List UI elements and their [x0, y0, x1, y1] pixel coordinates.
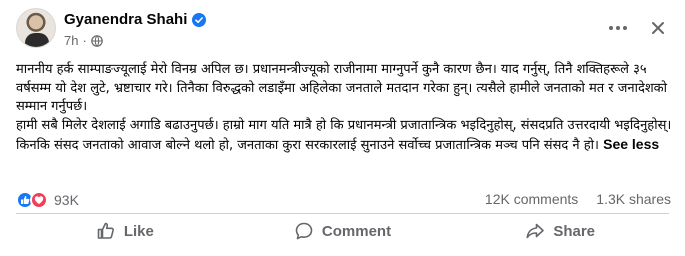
- divider: [16, 213, 669, 214]
- close-button[interactable]: [640, 10, 676, 46]
- post-text: माननीय हर्क साम्पाङज्यूलाई मेरो विनम्र अ…: [16, 61, 676, 156]
- author-avatar[interactable]: [16, 8, 56, 48]
- more-options-button[interactable]: [600, 10, 636, 46]
- author-name-row: Gyanendra Shahi: [64, 11, 207, 28]
- globe-icon[interactable]: [91, 34, 103, 47]
- see-less-link[interactable]: See less: [603, 136, 659, 152]
- comments-count[interactable]: 12K comments: [485, 191, 578, 207]
- share-icon: [526, 223, 545, 239]
- engagement-stats: 12K comments 1.3K shares: [485, 191, 671, 207]
- like-icon: [97, 222, 114, 239]
- comment-button[interactable]: Comment: [234, 215, 452, 247]
- post-paragraph-2: हामी सबै मिलेर देशलाई अगाडि बढाउनुपर्छ। …: [16, 117, 672, 154]
- close-icon: [652, 22, 664, 34]
- author-name[interactable]: Gyanendra Shahi: [64, 11, 187, 28]
- like-button[interactable]: Like: [16, 215, 234, 247]
- post-timestamp[interactable]: 7h: [64, 33, 78, 48]
- post-paragraph-1: माननीय हर्क साम्पाङज्यूलाई मेरो विनम्र अ…: [16, 62, 668, 114]
- share-button[interactable]: Share: [451, 215, 669, 247]
- share-label: Share: [553, 222, 596, 240]
- verified-badge-icon: [192, 12, 207, 27]
- post-card: Gyanendra Shahi 7h · माननीय हर्क साम्पाङ…: [0, 0, 685, 256]
- comment-icon: [295, 222, 313, 240]
- comment-label: Comment: [321, 222, 392, 240]
- reactions-summary[interactable]: 93K: [16, 190, 79, 210]
- post-meta: 7h ·: [64, 33, 103, 48]
- action-bar: Like Comment Share: [16, 215, 669, 247]
- shares-count[interactable]: 1.3K shares: [596, 191, 671, 207]
- reactions-count[interactable]: 93K: [54, 192, 79, 208]
- like-label: Like: [123, 222, 154, 240]
- heart-icon: [30, 191, 48, 209]
